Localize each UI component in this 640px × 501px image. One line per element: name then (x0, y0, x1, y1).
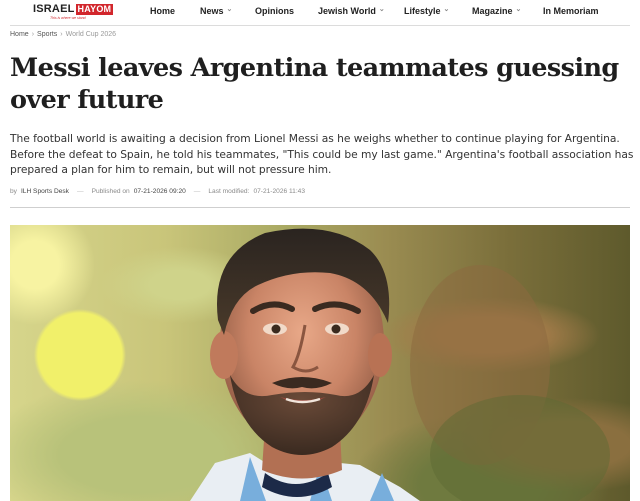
byline-prefix: by (10, 188, 17, 195)
nav-item-label: Home (150, 6, 176, 16)
nav-divider (10, 25, 630, 26)
chevron-down-icon: ⌄ (443, 6, 450, 13)
top-navigation: ISRAEL HAYOM This is where we stand Home… (0, 0, 640, 23)
nav-item-label: Lifestyle (404, 6, 441, 16)
article-lede: The football world is awaiting a decisio… (10, 132, 634, 176)
nav-item-label: Opinions (255, 6, 294, 16)
modified-timestamp: 07-21-2026 11:43 (253, 188, 306, 195)
breadcrumb: Home › Sports › World Cup 2026 (10, 31, 116, 38)
nav-item-label: News (200, 6, 224, 16)
breadcrumb-current[interactable]: World Cup 2026 (66, 31, 116, 38)
nav-item-in-memoriam[interactable]: In Memoriam (543, 6, 599, 16)
breadcrumb-home[interactable]: Home (10, 31, 29, 38)
logo-tagline: This is where we stand (50, 16, 86, 20)
logo-wordmark-hayom: HAYOM (75, 4, 114, 15)
nav-item-label: Magazine (472, 6, 513, 16)
nav-item-label: Jewish World (318, 6, 376, 16)
nav-item-magazine[interactable]: Magazine ⌄ (472, 6, 522, 16)
chevron-down-icon: ⌄ (378, 6, 385, 13)
hero-image (10, 225, 630, 501)
meta-divider (10, 207, 630, 208)
chevron-right-icon: › (31, 31, 35, 38)
nav-item-label: In Memoriam (543, 6, 599, 16)
article-headline: Messi leaves Argentina teammates guessin… (10, 53, 619, 115)
nav-item-news[interactable]: News ⌄ (200, 6, 233, 16)
nav-item-jewish-world[interactable]: Jewish World ⌄ (318, 6, 385, 16)
chevron-right-icon: › (60, 31, 63, 38)
nav-item-opinions[interactable]: Opinions (255, 6, 294, 16)
published-label: Published on (91, 188, 130, 195)
breadcrumb-sports[interactable]: Sports (37, 31, 57, 38)
meta-separator: — (76, 188, 84, 195)
author-link[interactable]: ILH Sports Desk (21, 188, 69, 195)
nav-item-home[interactable]: Home (150, 6, 175, 16)
site-logo[interactable]: ISRAEL HAYOM This is where we stand (33, 3, 114, 20)
chevron-down-icon: ⌄ (515, 6, 522, 13)
logo-wordmark-israel: ISRAEL (33, 3, 75, 15)
modified-label: Last modified: (208, 188, 250, 195)
chevron-down-icon: ⌄ (226, 6, 233, 13)
portrait-illustration (190, 228, 610, 501)
nav-item-lifestyle[interactable]: Lifestyle ⌄ (404, 6, 450, 16)
meta-separator: — (193, 188, 201, 195)
published-timestamp: 07-21-2026 09:20 (133, 188, 186, 195)
article-meta: by ILH Sports Desk — Published on 07-21-… (10, 188, 305, 195)
